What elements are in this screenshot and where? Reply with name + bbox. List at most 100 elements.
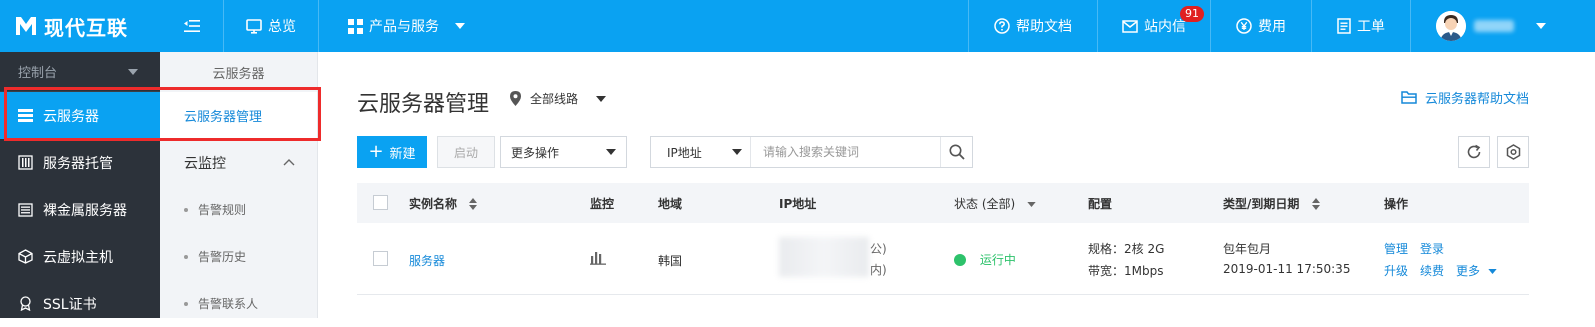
- caret-down-icon: [1027, 201, 1036, 207]
- bullet-dot: [184, 301, 188, 306]
- sort-icon: [1311, 198, 1320, 210]
- caret-down-icon: [732, 149, 742, 155]
- help-doc-label: 云服务器帮助文档: [1424, 92, 1529, 107]
- subnav-item-label: 告警联系人: [198, 297, 259, 311]
- manage-link[interactable]: 管理: [1384, 240, 1408, 257]
- server-rack-icon: [18, 155, 33, 170]
- header-actions: 操作: [1384, 196, 1409, 211]
- header-instance-name[interactable]: 实例名称: [409, 195, 478, 212]
- leftnav-item-server-hosting[interactable]: 服务器托管: [0, 139, 160, 186]
- subnav-item-server-management[interactable]: 云服务器管理: [160, 92, 317, 139]
- search-type-label: IP地址: [667, 145, 702, 160]
- leftnav-item-virtual-host[interactable]: 云虚拟主机: [0, 233, 160, 280]
- header-config: 配置: [1088, 196, 1113, 211]
- caret-down-icon: [455, 23, 465, 29]
- instance-name-link[interactable]: 服务器: [409, 252, 445, 269]
- search-button[interactable]: [940, 137, 972, 167]
- header-label: 状态 (全部): [954, 196, 1016, 211]
- search-input[interactable]: [751, 137, 940, 167]
- mail-icon: [1122, 19, 1138, 33]
- certificate-icon: [20, 296, 31, 311]
- nav-products-label: 产品与服务: [369, 19, 439, 35]
- status-running-dot: [954, 253, 966, 266]
- location-pin-icon: [510, 91, 521, 106]
- brand-name: 现代互联: [44, 15, 128, 40]
- refresh-button[interactable]: [1458, 136, 1490, 168]
- nav-help-docs-label: 帮助文档: [1016, 19, 1072, 35]
- new-instance-button[interactable]: + 新建: [357, 136, 427, 168]
- header-type-expire[interactable]: 类型/到期日期: [1223, 195, 1320, 212]
- ip-private-suffix: 内): [870, 263, 887, 277]
- new-button-label: 新建: [389, 146, 416, 162]
- page-title: 云服务器管理: [357, 92, 490, 117]
- header-label: 实例名称: [409, 196, 458, 211]
- table-row: 服务器 韩国 公) 内) 运行中 规格：2核 2G 带宽：1Mbps 包年包月 …: [357, 223, 1529, 295]
- server-help-doc-link[interactable]: 云服务器帮助文档: [1401, 88, 1529, 107]
- status-cell: 运行中: [954, 251, 1016, 268]
- subnav-item-alert-contacts[interactable]: 告警联系人: [160, 280, 317, 327]
- leftnav-item-label: 云虚拟主机: [43, 249, 113, 266]
- subnav-group-monitoring[interactable]: 云监控: [160, 139, 317, 186]
- leftnav-item-cloud-server[interactable]: 云服务器: [0, 92, 160, 139]
- nav-messages[interactable]: 站内信 91: [1097, 0, 1210, 52]
- renew-link[interactable]: 续费: [1420, 262, 1444, 279]
- subnav-item-alert-rules[interactable]: 告警规则: [160, 186, 317, 233]
- yen-circle-icon: [1236, 18, 1252, 34]
- config-spec: 规格：2核 2G: [1088, 242, 1165, 256]
- leftnav-item-bare-metal[interactable]: 裸金属服务器: [0, 186, 160, 233]
- console-label: 控制台: [18, 66, 58, 81]
- user-menu[interactable]: [1410, 0, 1595, 52]
- nav-tickets[interactable]: 工单: [1311, 0, 1410, 52]
- chevron-up-icon: [283, 159, 295, 166]
- subnav-item-label: 告警规则: [198, 203, 247, 217]
- bar-chart-icon: [590, 252, 606, 265]
- nav-help-docs[interactable]: 帮助文档: [968, 0, 1097, 52]
- header-status-filter[interactable]: 状态 (全部): [954, 195, 1036, 212]
- leftnav-item-label: 服务器托管: [43, 155, 113, 172]
- leftnav-item-ssl[interactable]: SSL证书: [0, 280, 160, 327]
- more-operations-label: 更多操作: [511, 145, 560, 160]
- menu-collapse-button[interactable]: [160, 0, 223, 52]
- config-bandwidth: 带宽：1Mbps: [1088, 264, 1164, 278]
- main-content: 云服务器管理 全部线路 云服务器帮助文档 + 新建 启动 更多操作 IP地址 请…: [318, 52, 1595, 318]
- nav-overview[interactable]: 总览: [223, 0, 318, 52]
- subnav-item-alert-history[interactable]: 告警历史: [160, 233, 317, 280]
- server-icon: [18, 109, 33, 122]
- row-checkbox[interactable]: [373, 251, 388, 266]
- header-monitor: 监控: [590, 196, 615, 211]
- ip-blur-mask: [779, 237, 869, 277]
- monitor-chart-button[interactable]: [590, 250, 606, 268]
- settings-button[interactable]: [1497, 136, 1529, 168]
- top-bar: 现代互联 总览 产品与服务 帮助文档 站内信 91 费用 工单: [0, 0, 1595, 52]
- billing-type: 包年包月: [1223, 242, 1272, 256]
- nav-fees[interactable]: 费用: [1210, 0, 1311, 52]
- leftnav-item-label: 云服务器: [43, 108, 99, 125]
- caret-down-icon: [596, 95, 607, 102]
- header-label: 类型/到期日期: [1223, 196, 1300, 211]
- caret-down-icon: [1488, 269, 1497, 274]
- region-selector[interactable]: 全部线路: [510, 90, 607, 107]
- console-switcher[interactable]: 控制台: [0, 52, 160, 92]
- login-link[interactable]: 登录: [1420, 240, 1444, 257]
- search-type-select[interactable]: IP地址: [651, 137, 751, 167]
- monitor-icon: [246, 18, 262, 34]
- header-region: 地域: [658, 196, 683, 211]
- ip-address-redacted: [779, 237, 869, 277]
- more-actions-dropdown[interactable]: 更多: [1456, 262, 1497, 279]
- select-all-checkbox[interactable]: [373, 195, 388, 210]
- server-table: 实例名称 监控 地域 IP地址 状态 (全部) 配置 类型/到期日期 操作 服务…: [357, 183, 1529, 295]
- sub-nav: 云服务器 云服务器管理 云监控 告警规则 告警历史 告警联系人: [160, 52, 318, 318]
- bare-metal-icon: [18, 202, 33, 217]
- upgrade-link[interactable]: 升级: [1384, 262, 1408, 279]
- brand-logo-icon: [16, 17, 36, 35]
- region-value: 韩国: [658, 254, 683, 268]
- gear-icon: [1506, 144, 1520, 160]
- header-ip: IP地址: [779, 196, 817, 211]
- leftnav-item-label: SSL证书: [43, 296, 97, 313]
- more-operations-select[interactable]: 更多操作: [500, 136, 627, 168]
- ticket-list-icon: [1337, 18, 1351, 34]
- start-button[interactable]: 启动: [437, 136, 495, 168]
- brand-logo[interactable]: 现代互联: [0, 0, 160, 52]
- nav-products-dropdown[interactable]: 产品与服务: [318, 0, 494, 52]
- leftnav-item-label: 裸金属服务器: [43, 202, 127, 219]
